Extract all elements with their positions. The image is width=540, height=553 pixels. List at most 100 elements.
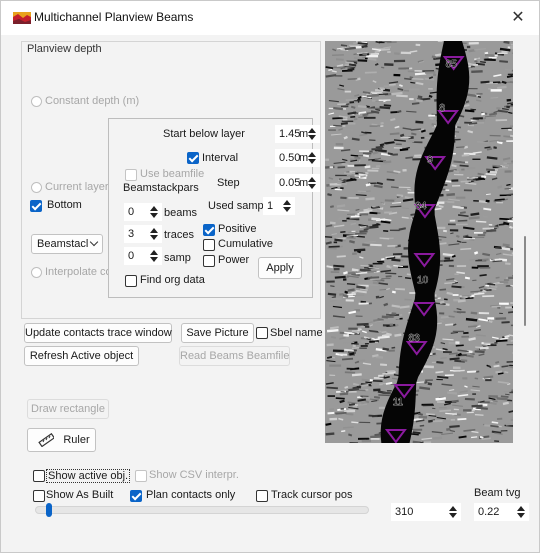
interpolate-label: Interpolate co [45, 266, 112, 278]
samp-label: samp [164, 252, 191, 264]
dialog-window: Multichannel Planview Beams ✕ Planview d… [0, 0, 540, 553]
interval-stepper[interactable]: 0.50 [275, 149, 320, 167]
beamstack-select-value: Beamstacl [37, 238, 89, 250]
contact-label: 85 [446, 59, 458, 70]
beam-tvg-label: Beam tvg [474, 487, 521, 499]
used-samp-label: Used samp [208, 200, 264, 212]
start-below-layer-label: Start below layer [163, 128, 245, 140]
beams-label: beams [164, 207, 198, 219]
show-as-built-label: Show As Built [46, 489, 114, 501]
used-samp-stepper[interactable]: 1 [263, 197, 295, 215]
positive-label: Positive [218, 223, 257, 235]
step-label: Step [217, 177, 240, 189]
step-stepper[interactable]: 0.05 [275, 174, 320, 192]
apply-button[interactable]: Apply [258, 257, 302, 279]
position-slider[interactable] [35, 503, 369, 517]
use-beamfile-checkbox[interactable] [125, 169, 137, 181]
contact-label: 8 [439, 103, 445, 114]
interpolate-radio[interactable] [31, 267, 42, 278]
beam-tvg-stepper[interactable]: 0.22 [474, 503, 529, 521]
update-contacts-button[interactable]: Update contacts trace window [24, 323, 172, 343]
show-csv-label: Show CSV interpr. [149, 469, 239, 481]
image-scrollbar[interactable] [521, 41, 529, 443]
contact-label: 11 [393, 397, 404, 408]
spin-arrows-icon[interactable] [307, 150, 317, 166]
samp-value: 0 [128, 250, 135, 262]
ruler-label: Ruler [63, 434, 90, 446]
power-checkbox[interactable] [203, 255, 215, 267]
spin-arrows-icon[interactable] [282, 198, 292, 214]
beam-image[interactable]: 85 8 9 84 10 83 11 [325, 41, 513, 443]
cumulative-checkbox[interactable] [203, 239, 215, 251]
show-active-obj-checkbox[interactable] [33, 470, 45, 482]
power-label: Power [218, 254, 250, 266]
sbel-name-checkbox[interactable] [256, 327, 268, 339]
track-cursor-checkbox[interactable] [256, 490, 268, 502]
traces-stepper[interactable]: 3 [124, 225, 162, 243]
spin-arrows-icon[interactable] [448, 504, 458, 520]
traces-label: traces [164, 229, 194, 241]
window-title: Multichannel Planview Beams [34, 10, 194, 24]
spin-arrows-icon[interactable] [307, 175, 317, 191]
read-beams-beamfile-button[interactable]: Read Beams Beamfile [179, 346, 290, 366]
chevron-down-icon [89, 237, 99, 247]
contact-label: 9 [427, 155, 433, 166]
track-cursor-label: Track cursor pos [271, 489, 353, 501]
show-active-obj-label: Show active obj. [46, 469, 131, 483]
start-below-layer-stepper[interactable]: 1.45 [275, 125, 320, 143]
bottom-label: Bottom [47, 199, 82, 211]
find-org-data-checkbox[interactable] [125, 275, 137, 287]
plan-contacts-only-label: Plan contacts only [146, 489, 236, 501]
current-layer-radio[interactable] [31, 182, 42, 193]
scroll-thumb[interactable] [524, 236, 526, 326]
constant-depth-radio[interactable] [31, 96, 42, 107]
used-samp-value: 1 [267, 200, 274, 212]
beams-value: 0 [128, 206, 135, 218]
cumulative-label: Cumulative [218, 238, 274, 250]
sbel-name-label: Sbel name [270, 327, 323, 339]
group-title: Planview depth [27, 43, 102, 55]
show-as-built-checkbox[interactable] [33, 490, 45, 502]
close-icon[interactable]: ✕ [501, 5, 535, 31]
traces-value: 3 [128, 228, 135, 240]
interval-label: Interval [202, 152, 239, 164]
interval-checkbox[interactable] [187, 152, 199, 164]
spin-arrows-icon[interactable] [149, 226, 159, 242]
refresh-active-object-button[interactable]: Refresh Active object [24, 346, 139, 366]
spin-arrows-icon[interactable] [149, 204, 159, 220]
position-value: 310 [395, 506, 414, 518]
ruler-icon [38, 433, 54, 447]
spin-arrows-icon[interactable] [149, 248, 159, 264]
interval-value: 0.50 [279, 152, 301, 164]
beam-tvg-value: 0.22 [478, 506, 500, 518]
current-layer-label: Current layer [45, 181, 109, 193]
positive-checkbox[interactable] [203, 224, 215, 236]
use-beamfile-label: Use beamfile [140, 168, 205, 180]
constant-depth-label: Constant depth (m) [45, 95, 140, 107]
save-picture-button[interactable]: Save Picture [181, 323, 254, 343]
plan-contacts-only-checkbox[interactable] [130, 490, 142, 502]
unit-label: m [299, 177, 309, 189]
unit-label: m [299, 128, 309, 140]
beamstack-select[interactable]: Beamstacl [31, 234, 103, 254]
ruler-button[interactable]: Ruler [27, 428, 96, 452]
step-value: 0.05 [279, 177, 301, 189]
show-csv-checkbox[interactable] [135, 470, 147, 482]
planview-image[interactable]: 85 8 9 84 10 83 11 [325, 41, 513, 443]
samp-stepper[interactable]: 0 [124, 247, 162, 265]
contact-label: 84 [415, 201, 427, 212]
position-stepper[interactable]: 310 [391, 503, 461, 521]
beams-stepper[interactable]: 0 [124, 203, 162, 221]
start-below-layer-value: 1.45 [279, 128, 301, 140]
spin-arrows-icon[interactable] [307, 126, 317, 142]
bottom-checkbox[interactable] [30, 200, 42, 212]
slider-thumb[interactable] [46, 503, 53, 517]
unit-label: m [299, 152, 309, 164]
draw-rectangle-button[interactable]: Draw rectangle [27, 399, 109, 419]
contact-label: 83 [409, 333, 421, 344]
find-org-data-label: Find org data [140, 274, 205, 286]
spin-arrows-icon[interactable] [516, 504, 526, 520]
contact-label: 10 [417, 275, 429, 286]
beamstackpars-label: Beamstackpars [123, 182, 199, 194]
title-bar: Multichannel Planview Beams ✕ [1, 1, 539, 35]
